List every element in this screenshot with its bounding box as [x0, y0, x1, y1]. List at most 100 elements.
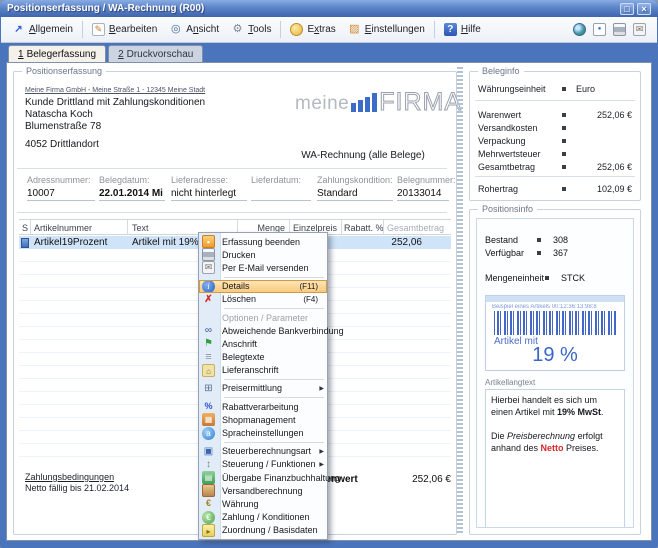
menu-tools[interactable]: Tools [225, 20, 277, 39]
menu-label: Tools [248, 24, 271, 35]
info-row: Verpackung [478, 136, 632, 146]
document-icon[interactable] [593, 23, 606, 36]
cm-item-anschrift[interactable]: Anschrift [199, 337, 327, 350]
tab-belegerfassung[interactable]: 1Belegerfassung [8, 45, 106, 62]
menu-separator [224, 379, 324, 380]
column-separator [127, 220, 128, 234]
info-row: MengeneinheitSTCK [485, 273, 625, 283]
column-header[interactable]: Rabatt. % [344, 223, 384, 233]
cm-item-drucken[interactable]: Drucken [199, 248, 327, 261]
column-header[interactable]: Text [132, 223, 149, 233]
field-belegdatum[interactable]: Belegdatum: 22.01.2014 Mi [99, 175, 165, 201]
cm-item-steuerung-funktionen[interactable]: Steuerung / Funktionen [199, 458, 327, 471]
mail-icon[interactable] [633, 23, 646, 36]
divider [17, 168, 447, 169]
divider [475, 176, 635, 177]
cm-item-email-versenden[interactable]: Per E-Mail versenden [199, 261, 327, 274]
info-row: Bestand308 [485, 235, 625, 245]
cm-item-zahlung-konditionen[interactable]: Zahlung / Konditionen [199, 511, 327, 524]
menubar-separator [434, 21, 435, 38]
field-belegnummer[interactable]: Belegnummer: 20133014 [397, 175, 449, 201]
cm-item-belegtexte[interactable]: Belegtexte [199, 351, 327, 364]
cm-item-rabattverarbeitung[interactable]: Rabattverarbeitung [199, 400, 327, 413]
blank-icon [202, 311, 215, 324]
info-row: Rohertrag102,09 € [478, 184, 632, 194]
menubar-separator [280, 21, 281, 38]
menu-extras[interactable]: Extras [284, 20, 341, 39]
info-row: Verfügbar367 [485, 248, 625, 258]
longtext-paragraph: Die Preisberechnung erfolgt anhand des N… [491, 430, 619, 454]
info-icon [202, 280, 215, 293]
magnifier-icon [169, 23, 182, 36]
company-logo: meine FIRMA [295, 91, 462, 113]
control-icon [202, 458, 215, 471]
menubar-separator [82, 21, 83, 38]
cm-item-waehrung[interactable]: Währung [199, 497, 327, 510]
close-icon[interactable] [637, 3, 651, 15]
divider [17, 212, 447, 213]
app-window: Positionserfassung / WA-Rechnung (R00) A… [0, 0, 658, 548]
menu-separator [224, 442, 324, 443]
column-header[interactable]: S [22, 223, 28, 233]
cm-item-zuordnung-basisdaten[interactable]: Zuordnung / Basisdaten [199, 524, 327, 537]
divider [475, 100, 635, 101]
positionsinfo-panel: Bestand308 Verfügbar367 MengeneinheitSTC… [476, 218, 634, 528]
menu-hilfe[interactable]: Hilfe [438, 20, 487, 39]
column-header[interactable]: Gesamtbetrag [387, 223, 444, 233]
field-lieferdatum[interactable]: Lieferdatum: [251, 175, 311, 201]
cm-item-steuerberechnungsart[interactable]: Steuerberechnungsart [199, 445, 327, 458]
bullet-square-icon [562, 165, 566, 169]
info-row: WährungseinheitEuro [478, 84, 632, 94]
longtext-label: Artikellangtext [485, 378, 625, 387]
printer-icon [202, 248, 215, 261]
total-value: 252,06 € [371, 474, 451, 485]
restore-icon[interactable] [620, 3, 634, 15]
panel-splitter[interactable] [457, 67, 463, 535]
shop-icon [202, 413, 215, 426]
bullet-square-icon [537, 251, 541, 255]
cm-item-shopmanagement[interactable]: Shopmanagement [199, 413, 327, 426]
help-icon [444, 23, 457, 36]
titlebar: Positionserfassung / WA-Rechnung (R00) [0, 0, 658, 17]
cm-item-erfassung-beenden[interactable]: Erfassung beenden [199, 235, 327, 248]
context-menu: Erfassung beenden Drucken Per E-Mail ver… [198, 232, 328, 540]
info-row: Gesamtbetrag252,06 € [478, 162, 632, 172]
field-lieferadresse[interactable]: Lieferadresse: nicht hinterlegt [171, 175, 247, 201]
beleginfo-group: Beleginfo WährungseinheitEuro Warenwert2… [469, 71, 641, 201]
cm-item-bankverbindung[interactable]: Abweichende Bankverbindung [199, 324, 327, 337]
cm-item-versandberechnung[interactable]: Versandberechnung [199, 484, 327, 497]
tab-druckvorschau[interactable]: 2Druckvorschau [108, 45, 203, 62]
text-lines-icon [202, 351, 215, 364]
tab-bar: 1Belegerfassung 2Druckvorschau [6, 45, 652, 62]
column-separator [30, 220, 31, 234]
address-line: Kunde Drittland mit Zahlungskonditionen [25, 97, 205, 108]
image-caption: Beispiel eines Artikels 00:12:36:13:98:8 [492, 304, 618, 310]
payment-terms-link[interactable]: Zahlungsbedingungen [25, 472, 114, 482]
cm-item-preisermittlung[interactable]: Preisermittlung [199, 382, 327, 395]
field-adressnummer[interactable]: Adressnummer: 10007 [27, 175, 95, 201]
bullet-square-icon [562, 87, 566, 91]
positionsinfo-group: Positionsinfo Bestand308 Verfügbar367 Me… [469, 209, 641, 535]
info-row: Mehrwertsteuer [478, 149, 632, 159]
cell-gesamtbetrag[interactable]: 252,06 [380, 237, 422, 248]
cell-artikelnummer[interactable]: Artikel19Prozent [34, 237, 107, 248]
cm-item-loeschen[interactable]: Löschen(F4) [199, 293, 327, 306]
menu-bearbeiten[interactable]: Bearbeiten [86, 20, 163, 39]
cm-item-spracheinstellungen[interactable]: Spracheinstellungen [199, 426, 327, 439]
package-icon [202, 484, 215, 497]
cm-item-lieferanschrift[interactable]: Lieferanschrift [199, 364, 327, 377]
cm-item-optionen-parameter: Optionen / Parameter [199, 311, 327, 324]
cm-item-details[interactable]: Details(F11) [199, 280, 327, 293]
menu-allgemein[interactable]: Allgemein [6, 20, 79, 39]
address-line: Natascha Koch [25, 109, 93, 120]
globe-icon[interactable] [573, 23, 586, 36]
address-line: 4052 Drittlandort [25, 139, 99, 150]
menu-einstellungen[interactable]: Einstellungen [342, 20, 431, 39]
column-header[interactable]: Artikelnummer [34, 223, 92, 233]
cm-item-uebergabe-finanzbuchhaltung[interactable]: Übergabe Finanzbuchhaltung [199, 471, 327, 484]
arrow-icon [12, 23, 25, 36]
logo-word: FIRMA [379, 91, 462, 113]
field-zahlungskondition[interactable]: Zahlungskondition: Standard [317, 175, 393, 201]
printer-icon[interactable] [613, 23, 626, 36]
menu-ansicht[interactable]: Ansicht [163, 20, 225, 39]
